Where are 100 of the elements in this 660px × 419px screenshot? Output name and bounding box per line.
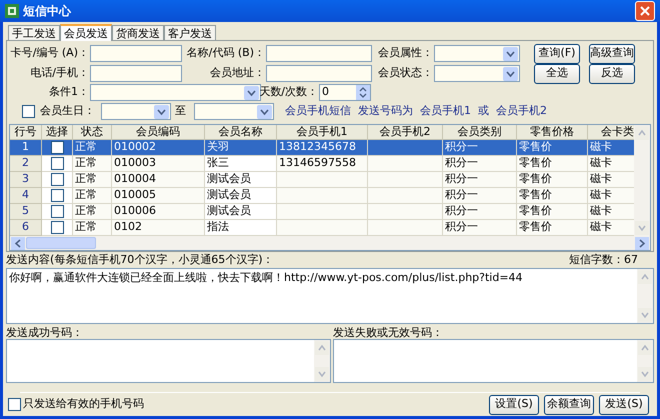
content-label: 发送内容(每条短信手机70个汉字，小灵通65个汉字)：	[6, 252, 274, 268]
checkbox[interactable]	[50, 173, 64, 186]
birthday-to-select[interactable]	[194, 103, 274, 120]
row-number: 1	[22, 139, 29, 156]
balance-query-button[interactable]: 余额查询	[544, 394, 594, 414]
scroll-up-icon[interactable]	[635, 126, 649, 140]
tab[interactable]: 手工发送	[8, 25, 60, 40]
column-header[interactable]: 会员名称	[205, 125, 277, 140]
failed-numbers-field[interactable]	[333, 339, 654, 383]
table-cell: 积分一	[443, 204, 517, 220]
scroll-up-icon[interactable]	[315, 341, 329, 355]
name-code-field[interactable]	[266, 45, 372, 62]
checkbox[interactable]	[50, 205, 64, 218]
row-number: 5	[22, 203, 29, 220]
field-label: 会员属性：	[378, 45, 433, 62]
column-header[interactable]: 会员手机2	[368, 125, 443, 140]
checkbox[interactable]	[50, 157, 64, 170]
scroll-down-icon[interactable]	[315, 367, 329, 381]
send-number-hint: 会员手机短信 发送号码为 会员手机1 或 会员手机2	[285, 103, 547, 120]
scroll-up-icon[interactable]	[638, 341, 652, 355]
table-row[interactable]: 1 正常 010002 关羽 13812345678 积分一 零售价 磁卡	[10, 140, 634, 156]
table-cell: 指法	[205, 220, 277, 236]
invert-selection-button[interactable]: 反选	[589, 64, 635, 84]
scroll-down-icon[interactable]	[638, 308, 652, 322]
send-button[interactable]: 发送(S)	[599, 394, 649, 414]
close-icon	[640, 6, 650, 16]
column-header[interactable]: 行号	[10, 125, 42, 140]
scroll-left-icon[interactable]	[11, 236, 25, 250]
success-scrollbar[interactable]	[314, 340, 330, 382]
tab[interactable]: 客户发送	[164, 25, 216, 40]
table-cell: 磁卡	[588, 172, 634, 188]
message-field[interactable]: 你好啊，赢通软件大连锁已经全面上线啦，快去下载啊！http://www.yt-pos.com/plus/list.php?tid=44	[6, 268, 654, 324]
tab[interactable]: 会员发送	[60, 24, 112, 41]
birthday-from-select[interactable]	[101, 103, 171, 120]
column-header[interactable]: 零售价格	[517, 125, 588, 140]
checkbox[interactable]	[50, 189, 64, 202]
scroll-down-icon[interactable]	[638, 367, 652, 381]
table-row[interactable]: 4 正常 010005 测试会员 积分一 零售价 磁卡	[10, 188, 634, 204]
column-header[interactable]: 会员手机1	[277, 125, 368, 140]
row-number: 6	[22, 219, 29, 236]
scroll-thumb[interactable]	[26, 237, 96, 249]
column-header[interactable]: 会员类别	[443, 125, 517, 140]
field-label: 至	[175, 103, 186, 120]
field-label: 卡号/编号 (A)：	[10, 45, 89, 62]
member-status-select[interactable]	[434, 65, 520, 82]
field-label: 条件1：	[49, 84, 89, 100]
query-button[interactable]: 查询(F)	[534, 44, 580, 64]
table-cell: 正常	[73, 172, 112, 188]
select-all-button[interactable]: 全选	[534, 64, 580, 84]
card-number-field[interactable]	[90, 45, 182, 62]
message-text: 你好啊，赢通软件大连锁已经全面上线啦，快去下载啊！http://www.yt-pos.com/plus/list.php?tid=44	[9, 271, 523, 284]
checkbox[interactable]	[50, 141, 64, 154]
table-cell: 磁卡	[588, 156, 634, 172]
table-cell: 测试会员	[205, 204, 277, 220]
settings-button[interactable]: 设置(S)	[489, 394, 539, 414]
field-label: 名称/代码 (B)：	[186, 45, 265, 62]
table-row[interactable]: 5 正常 010006 测试会员 积分一 零售价 磁卡	[10, 204, 634, 220]
valid-only-label: 只发送给有效的手机号码	[23, 396, 144, 412]
column-header[interactable]: 状态	[73, 125, 112, 140]
close-button[interactable]	[635, 1, 655, 21]
checkbox[interactable]	[8, 398, 21, 411]
checkbox[interactable]	[50, 221, 64, 234]
address-field[interactable]	[266, 65, 372, 82]
days-spinner[interactable]: 0	[319, 84, 371, 101]
table-cell: 零售价	[517, 204, 588, 220]
table-cell: 积分一	[443, 172, 517, 188]
table-row[interactable]: 2 正常 010003 张三 13146597558 积分一 零售价 磁卡	[10, 156, 634, 172]
advanced-query-button[interactable]: 高级查询	[589, 44, 635, 64]
scroll-up-icon[interactable]	[638, 270, 652, 284]
table-cell: 正常	[73, 204, 112, 220]
checkbox[interactable]	[22, 105, 35, 118]
message-scrollbar[interactable]	[637, 269, 653, 323]
condition-select[interactable]	[90, 84, 261, 101]
row-number: 4	[22, 187, 29, 204]
window-title: 短信中心	[23, 3, 71, 20]
app-icon	[5, 4, 19, 18]
table-cell: 正常	[73, 220, 112, 236]
tab[interactable]: 货商发送	[112, 25, 164, 40]
column-header[interactable]: 选择	[42, 125, 73, 140]
horizontal-scrollbar[interactable]	[10, 236, 650, 250]
field-label: 天数/次数：	[259, 84, 318, 100]
table-row[interactable]: 6 正常 0102 指法 积分一 零售价 磁卡	[10, 220, 634, 236]
character-count: 短信字数：67	[569, 252, 638, 268]
table-cell: 积分一	[443, 188, 517, 204]
table-cell: 010005	[112, 188, 205, 204]
table-cell: 0102	[112, 220, 205, 236]
row-number: 3	[22, 171, 29, 188]
table-cell: 磁卡	[588, 204, 634, 220]
failed-scrollbar[interactable]	[637, 340, 653, 382]
column-header[interactable]: 会员编码	[112, 125, 205, 140]
member-attribute-select[interactable]	[434, 45, 520, 62]
table-cell: 零售价	[517, 188, 588, 204]
scroll-right-icon[interactable]	[635, 236, 649, 250]
table-scrollbar[interactable]	[634, 125, 650, 236]
column-header[interactable]: 会卡类	[588, 125, 634, 140]
field-label: 电话/手机：	[30, 65, 89, 82]
table-cell: 正常	[73, 188, 112, 204]
success-numbers-field[interactable]	[6, 339, 331, 383]
table-row[interactable]: 3 正常 010004 测试会员 积分一 零售价 磁卡	[10, 172, 634, 188]
phone-field[interactable]	[90, 65, 182, 82]
